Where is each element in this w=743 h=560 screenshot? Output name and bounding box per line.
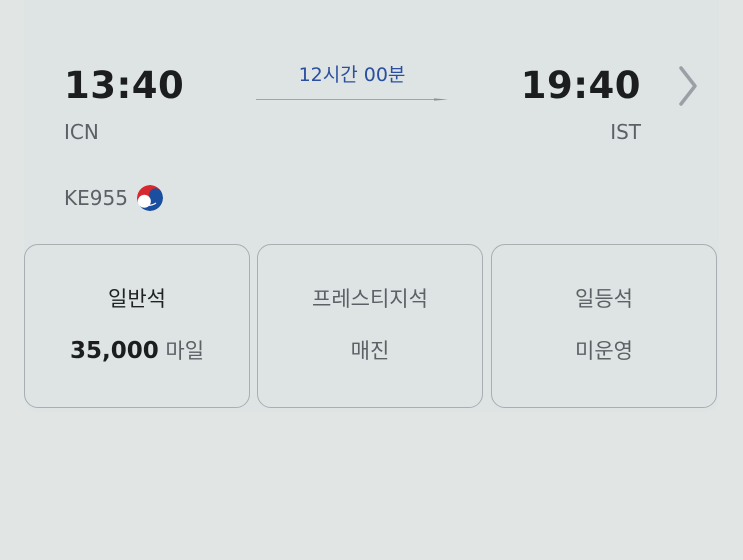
fare-status: 미운영 <box>575 339 633 363</box>
fare-economy[interactable]: 일반석 35,000 마일 <box>24 244 250 408</box>
fare-class-label: 일반석 <box>108 287 166 311</box>
arrival-airport: IST <box>610 120 641 144</box>
fare-class-label: 프레스티지석 <box>312 287 428 311</box>
flight-card[interactable]: 13:40 ICN 12시간 00분 19:40 IST KE955 일반석 3 <box>24 0 719 412</box>
arrival-time: 19:40 <box>520 64 641 107</box>
flight-number: KE955 <box>64 186 128 210</box>
chevron-right-icon[interactable] <box>675 64 699 108</box>
departure-time: 13:40 <box>64 64 185 107</box>
miles-unit: 마일 <box>165 339 205 363</box>
flight-info: KE955 <box>64 184 164 212</box>
fare-miles: 35,000 마일 <box>25 335 249 365</box>
fare-status: 매진 <box>350 339 390 363</box>
fare-first[interactable]: 일등석 미운영 <box>491 244 717 408</box>
departure-airport: ICN <box>64 120 99 144</box>
miles-amount: 35,000 <box>69 338 159 364</box>
fare-prestige[interactable]: 프레스티지석 매진 <box>257 244 483 408</box>
route-arrow-icon <box>256 98 448 101</box>
fare-options: 일반석 35,000 마일 프레스티지석 매진 일등석 미운영 <box>24 244 719 410</box>
fare-class-label: 일등석 <box>575 287 633 311</box>
korean-air-logo-icon <box>136 185 163 211</box>
flight-duration: 12시간 00분 <box>298 64 406 86</box>
